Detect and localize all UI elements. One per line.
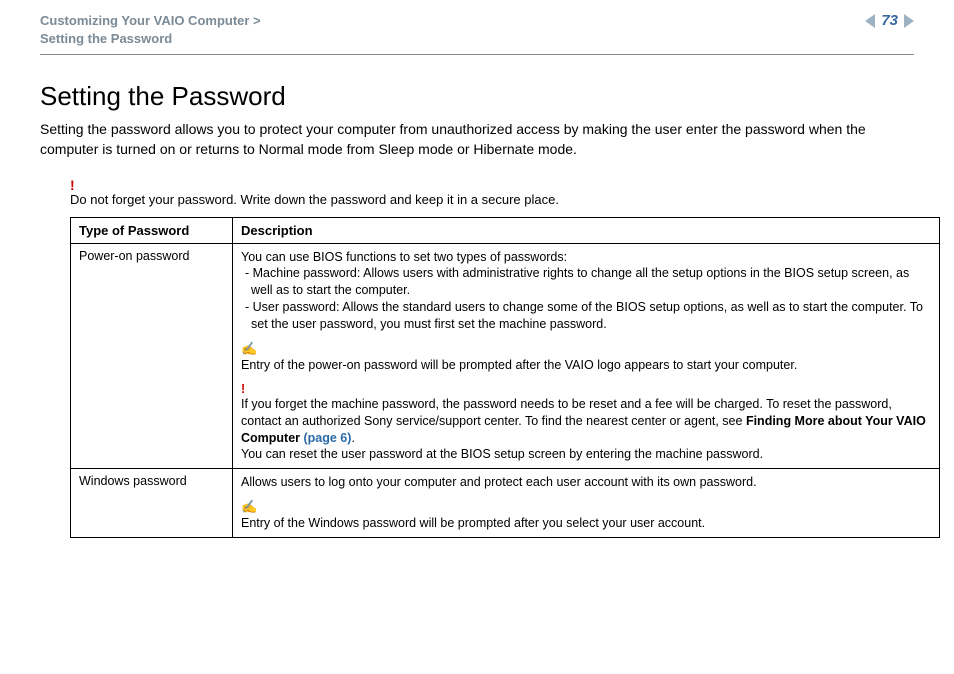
warning-icon: !: [70, 178, 914, 192]
table-header-row: Type of Password Description: [71, 217, 940, 243]
breadcrumb-line1: Customizing Your VAIO Computer >: [40, 12, 261, 30]
page-number: 73: [881, 12, 898, 29]
th-description: Description: [233, 217, 940, 243]
next-page-icon[interactable]: [904, 14, 914, 28]
poweron-bullet1: - Machine password: Allows users with ad…: [241, 265, 931, 299]
intro-paragraph: Setting the password allows you to prote…: [40, 120, 914, 159]
prev-page-icon[interactable]: [865, 14, 875, 28]
poweron-intro: You can use BIOS functions to set two ty…: [241, 249, 931, 266]
top-warning-text: Do not forget your password. Write down …: [70, 192, 914, 207]
warn-link-page[interactable]: (page 6): [304, 431, 352, 445]
top-warning-block: ! Do not forget your password. Write dow…: [70, 178, 914, 207]
cell-desc-poweron: You can use BIOS functions to set two ty…: [233, 243, 940, 469]
windows-intro: Allows users to log onto your computer a…: [241, 474, 931, 491]
poweron-note1: Entry of the power-on password will be p…: [241, 357, 931, 374]
poweron-warn: If you forget the machine password, the …: [241, 396, 931, 447]
windows-note1: Entry of the Windows password will be pr…: [241, 515, 931, 532]
note-icon: ✍: [241, 341, 257, 357]
cell-type-poweron: Power-on password: [71, 243, 233, 469]
warning-icon: !: [241, 382, 245, 396]
password-table: Type of Password Description Power-on pa…: [70, 217, 940, 539]
cell-desc-windows: Allows users to log onto your computer a…: [233, 469, 940, 538]
warn-text-b: .: [351, 431, 354, 445]
page-header: Customizing Your VAIO Computer > Setting…: [40, 12, 914, 55]
table-row: Windows password Allows users to log ont…: [71, 469, 940, 538]
th-type: Type of Password: [71, 217, 233, 243]
table-row: Power-on password You can use BIOS funct…: [71, 243, 940, 469]
pager: 73: [865, 12, 914, 29]
poweron-bullet2: - User password: Allows the standard use…: [241, 299, 931, 333]
poweron-warn-tail: You can reset the user password at the B…: [241, 446, 931, 463]
breadcrumb: Customizing Your VAIO Computer > Setting…: [40, 12, 261, 48]
page-title: Setting the Password: [40, 81, 914, 112]
note-icon: ✍: [241, 499, 257, 515]
cell-type-windows: Windows password: [71, 469, 233, 538]
breadcrumb-line2: Setting the Password: [40, 30, 261, 48]
